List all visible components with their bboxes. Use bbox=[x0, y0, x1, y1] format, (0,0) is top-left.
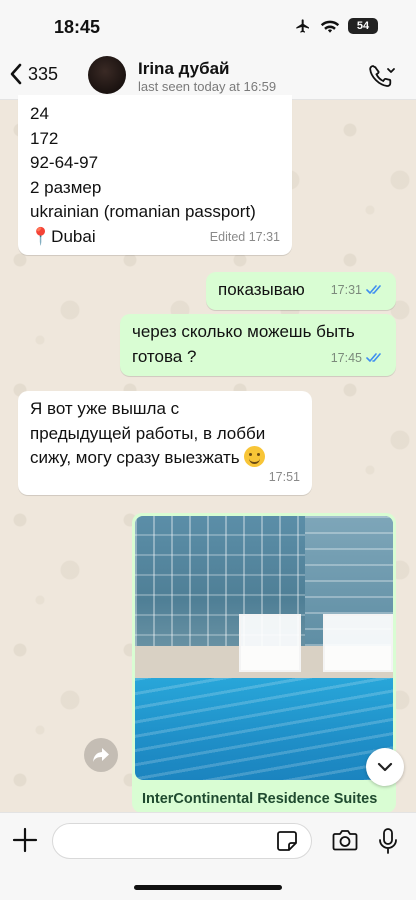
sticker-button[interactable] bbox=[276, 830, 298, 857]
message-line: Я вот уже вышла с bbox=[30, 399, 180, 418]
message-line: через сколько можешь быть bbox=[132, 322, 355, 341]
status-time: 18:45 bbox=[54, 17, 101, 37]
message-meta: 17:31 bbox=[331, 278, 384, 303]
message-bubble-incoming[interactable]: Я вот уже вышла с предыдущей работы, в л… bbox=[18, 391, 312, 495]
message-line: 172 bbox=[30, 128, 59, 148]
message-meta: Edited 17:31 bbox=[209, 229, 280, 244]
message-meta: 17:51 bbox=[269, 465, 300, 490]
battery-indicator: 54 bbox=[348, 18, 378, 34]
chevron-down-icon bbox=[377, 762, 393, 772]
message-input[interactable] bbox=[52, 823, 312, 859]
wifi-icon bbox=[320, 20, 340, 33]
message-text: показываю bbox=[218, 280, 305, 299]
photo-cabana bbox=[323, 614, 393, 672]
message-line: 92-64-97 bbox=[30, 153, 99, 172]
voice-message-button[interactable] bbox=[378, 827, 398, 860]
smiling-face-icon bbox=[244, 446, 266, 467]
forward-arrow-icon bbox=[93, 748, 109, 762]
link-preview-card[interactable]: InterContinental Residence Suites bbox=[132, 513, 396, 813]
unread-count: 335 bbox=[28, 63, 59, 84]
message-meta: 17:45 bbox=[331, 346, 384, 371]
chat-header: 335 Irina дубай last seen today at 16:59 bbox=[0, 52, 416, 100]
plus-icon bbox=[12, 827, 38, 853]
camera-button[interactable] bbox=[332, 829, 358, 856]
message-bubble-outgoing[interactable]: показываю 17:31 bbox=[206, 272, 396, 310]
chevron-left-icon bbox=[10, 63, 22, 85]
link-preview-title: InterContinental Residence Suites bbox=[142, 791, 378, 807]
voice-call-button[interactable] bbox=[368, 63, 396, 94]
message-input-bar bbox=[0, 812, 416, 900]
message-time: 17:45 bbox=[330, 350, 362, 365]
round-pushpin-icon: 📍 bbox=[30, 226, 52, 246]
forward-button[interactable] bbox=[84, 738, 118, 772]
scroll-to-bottom-button[interactable] bbox=[366, 748, 404, 786]
hotel-pool-photo[interactable] bbox=[135, 516, 393, 780]
status-bar: 18:45 54 bbox=[0, 0, 416, 52]
double-check-icon bbox=[366, 353, 381, 363]
back-button[interactable]: 335 bbox=[8, 62, 58, 86]
attach-button[interactable] bbox=[12, 827, 38, 858]
message-line: 2 размер bbox=[30, 177, 102, 197]
microphone-icon bbox=[379, 828, 397, 854]
camera-icon bbox=[332, 830, 358, 851]
message-bubble-incoming[interactable]: 24 172 92-64-97 2 размер ukrainian (roma… bbox=[18, 95, 292, 255]
message-line: сижу, могу сразу выезжать bbox=[30, 448, 240, 467]
message-bubble-outgoing[interactable]: через сколько можешь быть готова ? 17:45 bbox=[120, 314, 396, 376]
contact-avatar[interactable] bbox=[88, 56, 126, 94]
message-line: ukrainian (romanian passport) bbox=[30, 202, 256, 221]
status-icons: 54 bbox=[294, 18, 378, 34]
message-line: предыдущей работы, в лобби bbox=[30, 423, 266, 443]
sticker-icon bbox=[277, 831, 297, 851]
message-line: 24 bbox=[30, 104, 49, 123]
phone-icon bbox=[369, 65, 395, 87]
airplane-icon bbox=[296, 19, 309, 33]
double-check-icon bbox=[366, 285, 381, 295]
last-seen-status: last seen today at 16:59 bbox=[138, 79, 277, 94]
message-line-with-emoji: сижу, могу сразу выезжать bbox=[30, 446, 300, 471]
battery-level: 54 bbox=[356, 20, 370, 32]
contact-name[interactable]: Irina дубай bbox=[138, 59, 229, 79]
message-time: 17:31 bbox=[330, 282, 362, 297]
photo-pool-water bbox=[135, 678, 393, 780]
photo-cabana bbox=[239, 614, 301, 672]
message-time: 17:51 bbox=[268, 469, 300, 484]
home-indicator bbox=[134, 885, 282, 890]
message-line: Dubai bbox=[51, 226, 96, 246]
